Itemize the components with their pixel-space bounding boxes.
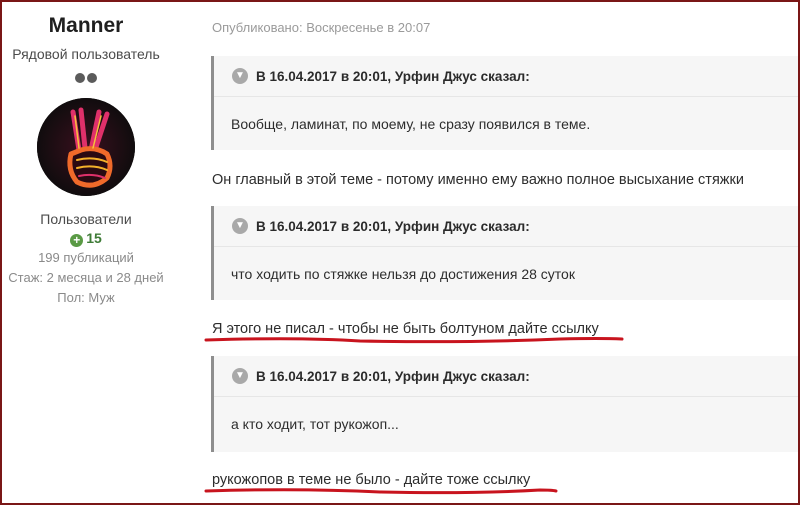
underline-mark — [204, 337, 624, 344]
member-since: Стаж: 2 месяца и 28 дней — [8, 270, 164, 285]
plus-icon: + — [70, 234, 84, 247]
author-name[interactable]: Manner — [0, 14, 172, 38]
quote-block: ▼ В 16.04.2017 в 20:01, Урфин Джус сказа… — [211, 56, 800, 150]
quote-text: Вообще, ламинат, по моему, не сразу появ… — [231, 116, 591, 132]
reputation-value: 15 — [86, 230, 102, 246]
quote-author-line: В 16.04.2017 в 20:01, Урфин Джус сказал: — [256, 218, 530, 234]
divider — [214, 396, 800, 397]
divider — [214, 96, 800, 97]
reputation-badge: +15 — [0, 230, 172, 247]
author-group: Пользователи — [40, 211, 132, 227]
avatar[interactable] — [37, 98, 135, 196]
quote-author-line: В 16.04.2017 в 20:01, Урфин Джус сказал: — [256, 68, 530, 84]
chevron-down-icon[interactable]: ▼ — [232, 68, 248, 84]
quote-block: ▼ В 16.04.2017 в 20:01, Урфин Джус сказа… — [211, 356, 800, 452]
quote-text: а кто ходит, тот рукожоп... — [231, 416, 399, 432]
divider — [214, 246, 800, 247]
quote-text: что ходить по стяжке нельзя до достижени… — [231, 266, 575, 282]
author-title: Рядовой пользователь — [12, 46, 160, 62]
chevron-down-icon[interactable]: ▼ — [232, 218, 248, 234]
reply-text: Он главный в этой теме - потому именно е… — [212, 172, 744, 188]
v-sign-hand-icon — [37, 98, 135, 196]
quote-header[interactable]: ▼ В 16.04.2017 в 20:01, Урфин Джус сказа… — [214, 56, 800, 96]
reply-text: рукожопов в теме не было - дайте тоже сс… — [212, 472, 531, 488]
author-gender: Пол: Муж — [57, 290, 115, 305]
quote-header[interactable]: ▼ В 16.04.2017 в 20:01, Урфин Джус сказа… — [214, 356, 800, 396]
reply-text: Я этого не писал - чтобы не быть болтуно… — [212, 321, 599, 337]
quote-block: ▼ В 16.04.2017 в 20:01, Урфин Джус сказа… — [211, 206, 800, 300]
quote-author-line: В 16.04.2017 в 20:01, Урфин Джус сказал: — [256, 368, 530, 384]
post-count: 199 публикаций — [38, 250, 134, 265]
rank-icon — [73, 70, 99, 83]
chevron-down-icon[interactable]: ▼ — [232, 368, 248, 384]
post-date: Опубликовано: Воскресенье в 20:07 — [212, 20, 431, 35]
author-panel: Manner Рядовой пользователь Пользователи… — [0, 0, 185, 505]
quote-header[interactable]: ▼ В 16.04.2017 в 20:01, Урфин Джус сказа… — [214, 206, 800, 246]
underline-mark — [204, 488, 558, 495]
